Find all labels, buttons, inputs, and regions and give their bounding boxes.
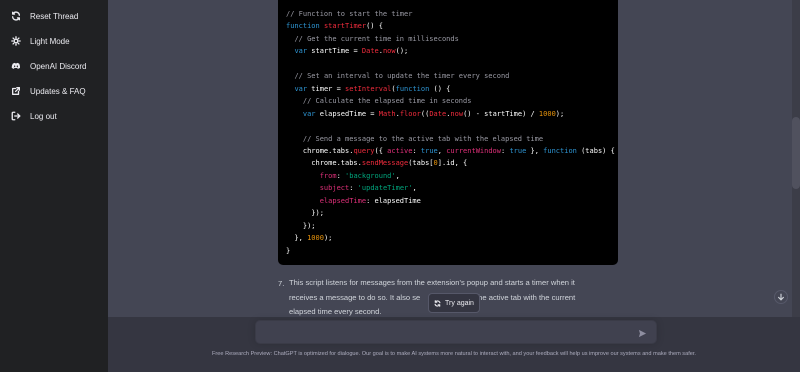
logout-icon bbox=[10, 110, 22, 122]
sun-icon bbox=[10, 35, 22, 47]
paragraph-line: This script listens for messages from th… bbox=[289, 278, 575, 287]
sidebar-item-label: Updates & FAQ bbox=[30, 86, 86, 96]
list-number: 7. bbox=[278, 279, 285, 288]
refresh-icon bbox=[10, 10, 22, 22]
sidebar-item-log-out[interactable]: Log out bbox=[6, 105, 104, 127]
code-block: // Function to start the timer function … bbox=[278, 0, 618, 265]
send-icon bbox=[638, 329, 646, 337]
sidebar-item-light-mode[interactable]: Light Mode bbox=[6, 30, 104, 52]
scrollbar-thumb[interactable] bbox=[792, 117, 800, 189]
sidebar-item-reset-thread[interactable]: Reset Thread bbox=[6, 5, 104, 27]
sidebar-item-discord[interactable]: OpenAI Discord bbox=[6, 55, 104, 77]
send-button[interactable] bbox=[636, 327, 648, 339]
message-input-container bbox=[255, 320, 657, 344]
scroll-to-bottom-button[interactable] bbox=[774, 290, 788, 304]
message-input[interactable] bbox=[264, 325, 634, 341]
try-again-button[interactable]: Try again bbox=[428, 293, 480, 313]
discord-icon bbox=[10, 60, 22, 72]
arrow-down-icon bbox=[778, 293, 784, 301]
try-again-label: Try again bbox=[445, 299, 474, 307]
external-link-icon bbox=[10, 85, 22, 97]
sidebar-item-label: Log out bbox=[30, 111, 57, 121]
code-content: // Function to start the timer function … bbox=[286, 10, 615, 255]
sidebar-item-updates-faq[interactable]: Updates & FAQ bbox=[6, 80, 104, 102]
sidebar-item-label: Reset Thread bbox=[30, 11, 79, 21]
refresh-icon bbox=[434, 299, 441, 307]
sidebar: Reset Thread Light Mode OpenAI Discord U… bbox=[0, 0, 108, 372]
sidebar-item-label: OpenAI Discord bbox=[30, 61, 87, 71]
footer-disclaimer: Free Research Preview: ChatGPT is optimi… bbox=[212, 351, 696, 357]
sidebar-item-label: Light Mode bbox=[30, 36, 70, 46]
paragraph-line-head: receives a message to do so. It also se bbox=[289, 292, 421, 302]
